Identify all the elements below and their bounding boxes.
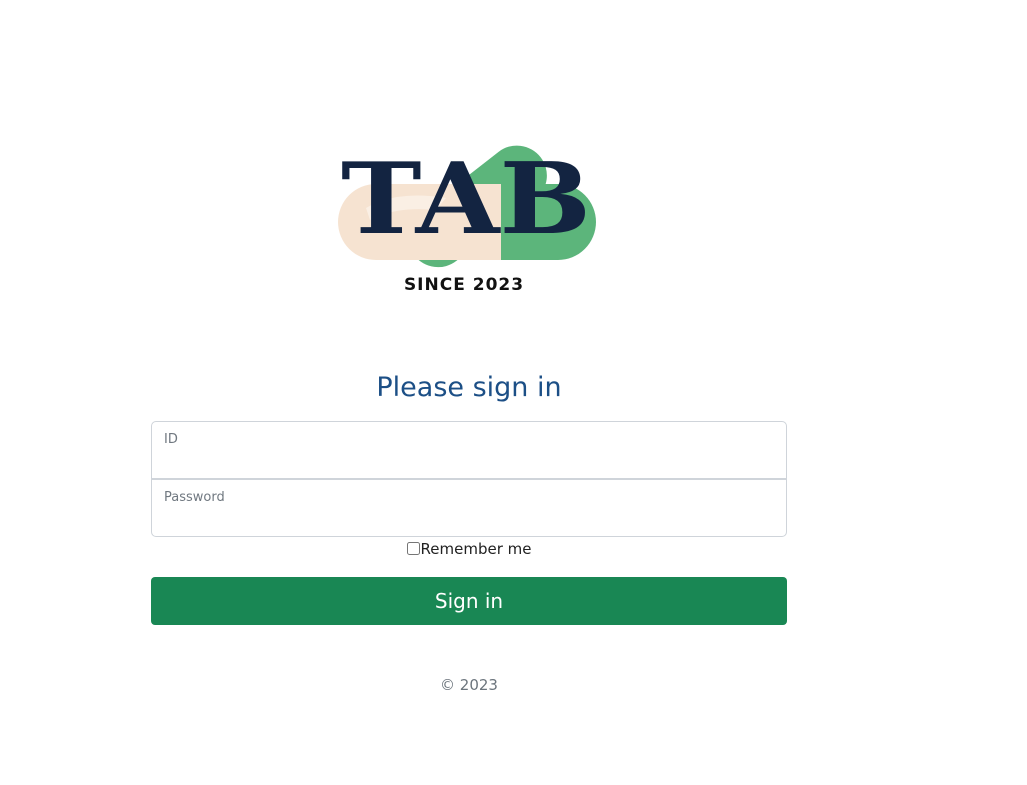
password-field-label: Password <box>164 490 225 505</box>
logo-since-text: SINCE 2023 <box>403 275 525 295</box>
remember-me-checkbox[interactable] <box>406 542 420 555</box>
remember-me-label[interactable]: Remember me <box>421 540 532 558</box>
id-field[interactable]: ID <box>151 421 787 479</box>
password-input[interactable] <box>164 508 764 530</box>
id-input[interactable] <box>164 450 764 472</box>
logo-wordmark: TAB <box>341 142 591 257</box>
tab-logo: TAB SINCE 2023 <box>336 112 602 302</box>
footer-copyright: © 2023 <box>440 676 498 694</box>
login-page: TAB SINCE 2023 Please sign in ID Passwor… <box>0 0 1027 785</box>
remember-me-row: Remember me <box>151 539 787 559</box>
sign-in-button[interactable]: Sign in <box>151 577 787 625</box>
tab-logo-graphic: TAB <box>338 142 596 268</box>
password-field[interactable]: Password <box>151 479 787 537</box>
id-field-label: ID <box>164 432 178 447</box>
page-title: Please sign in <box>376 372 562 403</box>
